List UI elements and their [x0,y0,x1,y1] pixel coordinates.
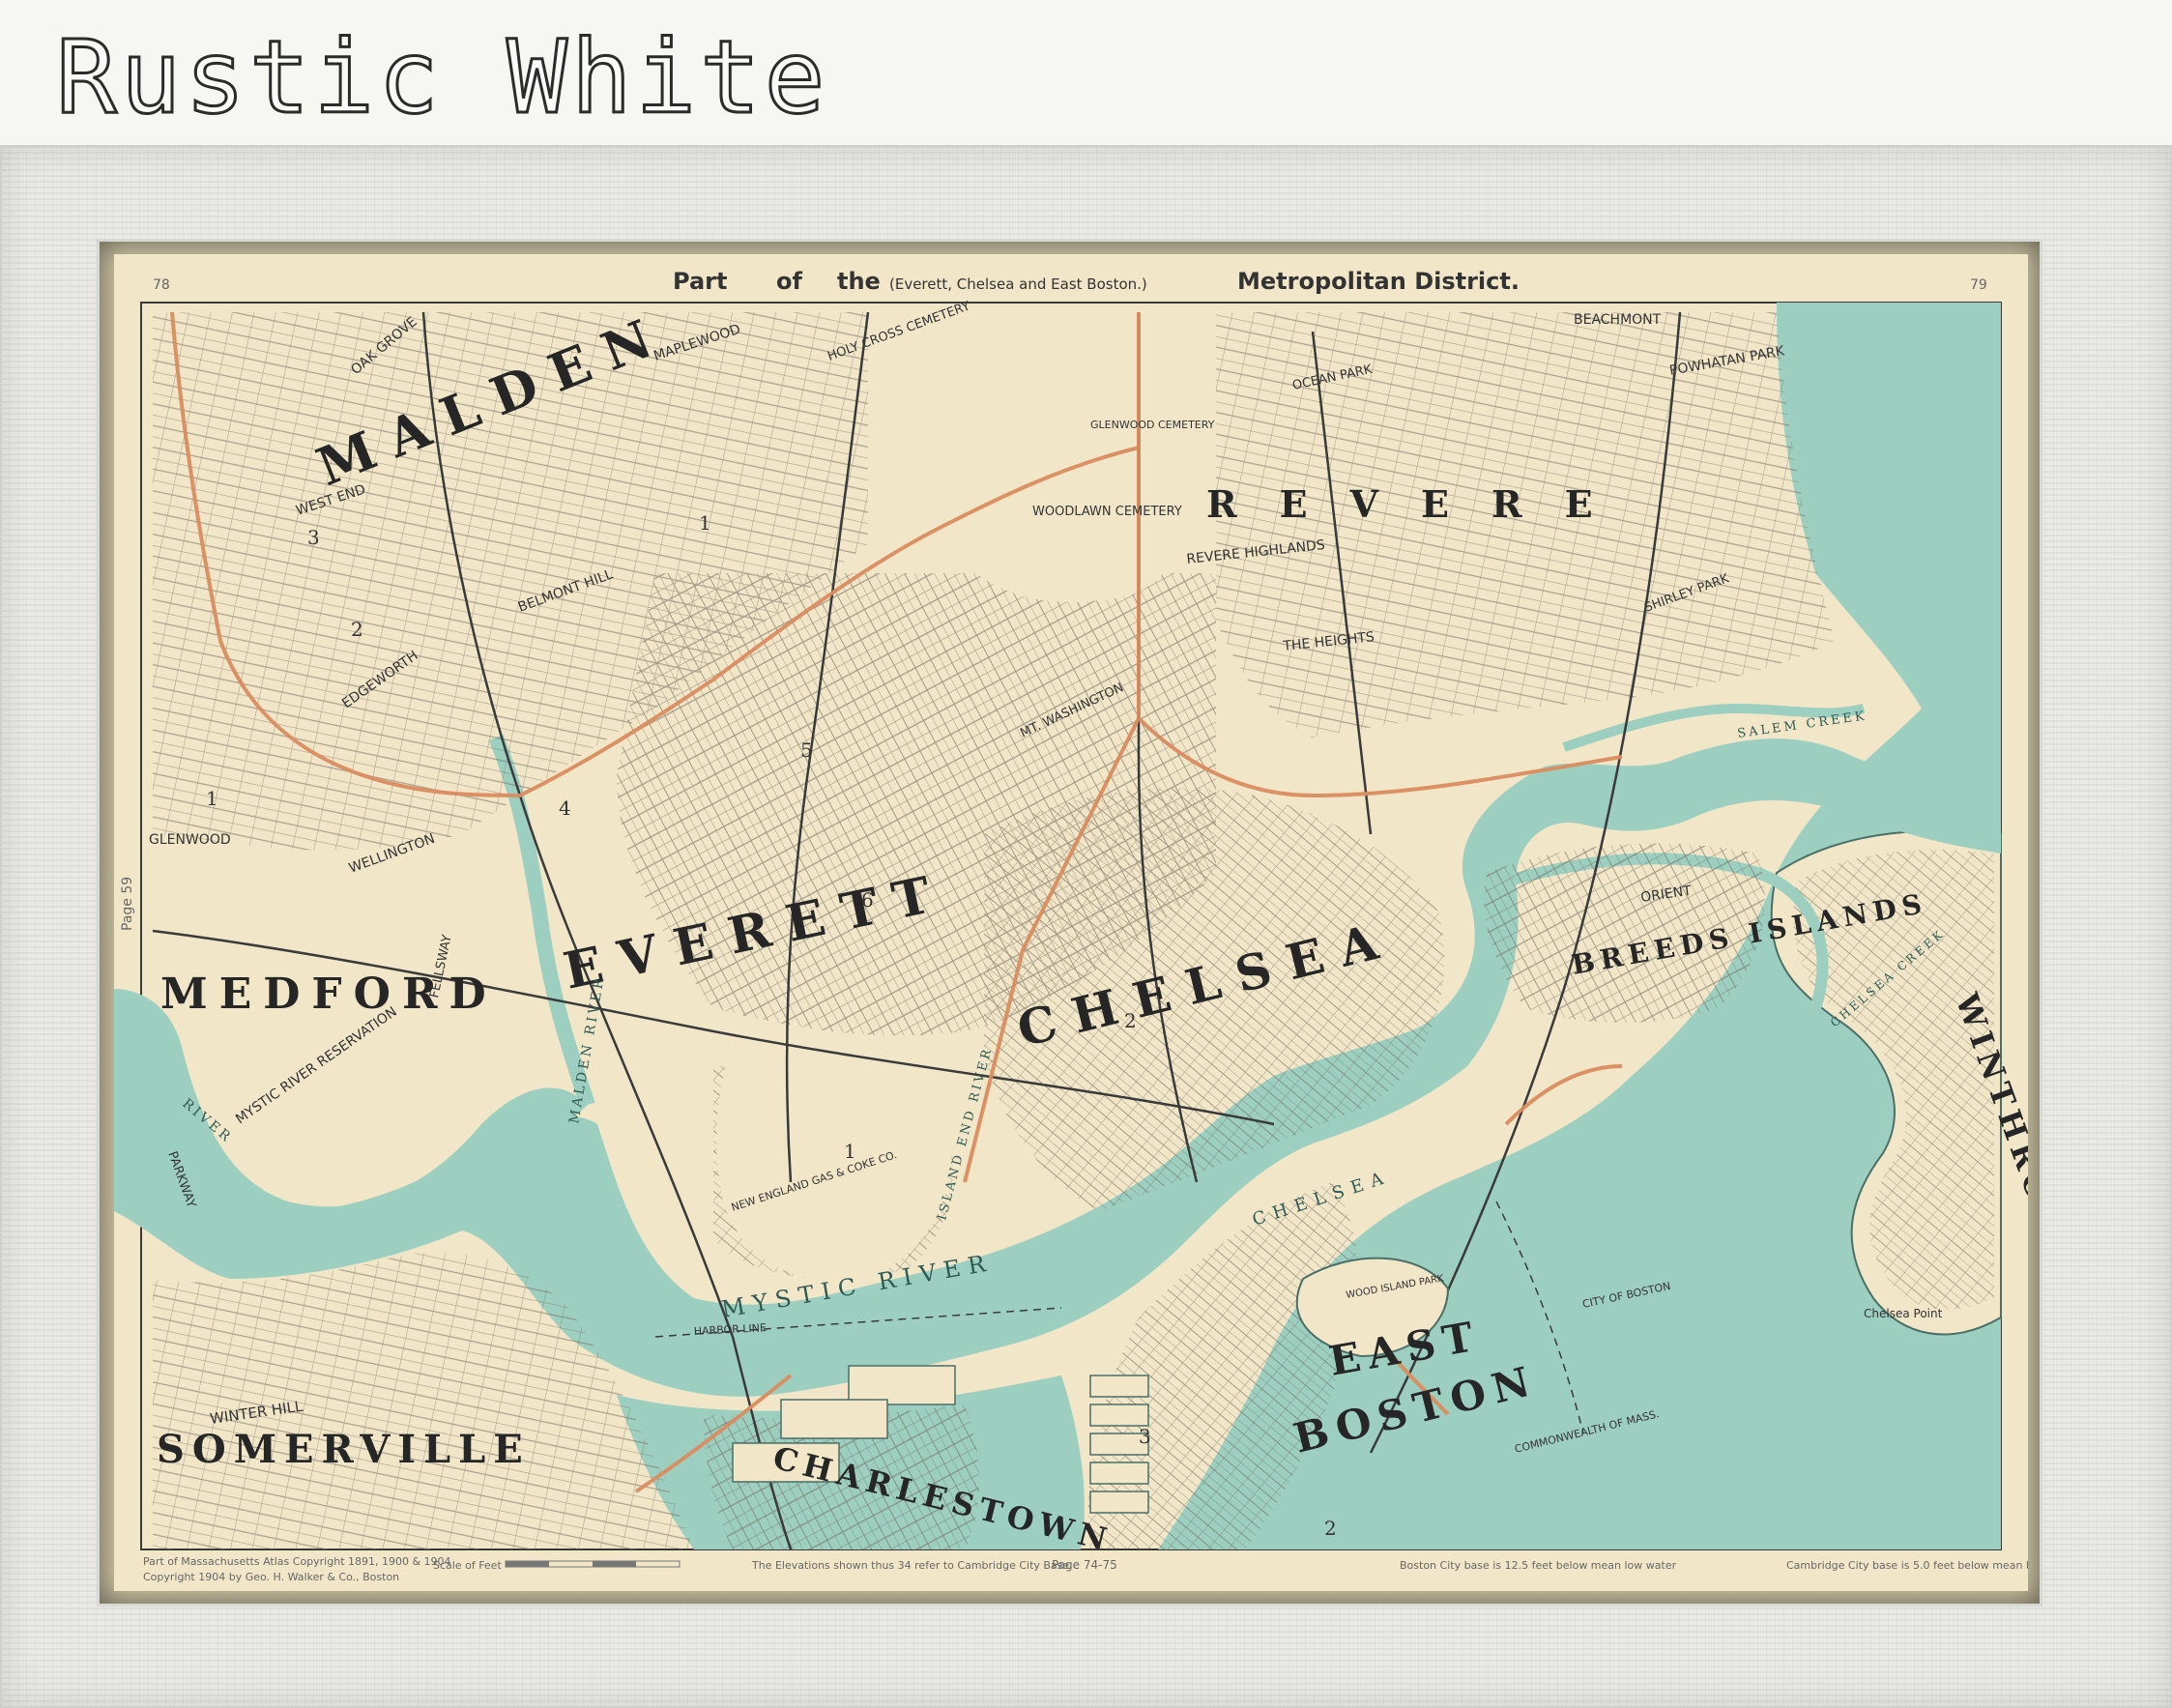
frame-style-caption: Rustic White [54,18,829,137]
label-chelsea-point: Chelsea Point [1864,1307,1943,1320]
ward-number: 2 [1324,1517,1337,1540]
ward-number: 3 [1139,1425,1151,1448]
header-district: Metropolitan District. [1237,268,1520,295]
map-sheet: 78 Part of the (Everett, Chelsea and Eas… [114,254,2028,1591]
footer-scale-label: Scale of Feet [433,1559,502,1572]
footer-cambridge-base: Cambridge City base is 5.0 feet below me… [1786,1559,2028,1572]
label-glenwood-cemetery: GLENWOOD CEMETERY [1090,419,1215,431]
header-of: of [776,268,802,295]
ward-number: 2 [1124,1009,1137,1032]
footer-copyright-1: Part of Massachusetts Atlas Copyright 18… [143,1555,451,1568]
ward-number: 1 [699,511,711,535]
town-medford: MEDFORD [160,970,498,1019]
town-somerville: SOMERVILLE [157,1427,531,1472]
footer-elevations: The Elevations shown thus 34 refer to Ca… [751,1559,1073,1572]
footer-page: Page 74-75 [1052,1558,1117,1572]
footer-boston-base: Boston City base is 12.5 feet below mean… [1400,1559,1677,1572]
antique-map: 78 Part of the (Everett, Chelsea and Eas… [114,254,2028,1591]
ward-number: 5 [800,738,813,762]
label-beachmont: BEACHMONT [1574,312,1662,328]
label-glenwood: GLENWOOD [149,832,231,848]
page-number-right: 79 [1970,277,1987,293]
footer-copyright-2: Copyright 1904 by Geo. H. Walker & Co., … [143,1571,399,1583]
header-subtitle: (Everett, Chelsea and East Boston.) [889,275,1147,293]
side-page-label: Page 59 [120,877,135,931]
ward-number: 1 [206,787,218,810]
label-woodlawn: WOODLAWN CEMETERY [1032,505,1182,519]
header-the: the [837,268,881,295]
ward-number: 3 [307,526,320,549]
header-part: Part [673,268,727,295]
ward-number: 4 [559,796,571,820]
page-number-left: 78 [153,277,170,293]
town-revere: REVERE [1206,482,1636,526]
ward-number: 2 [351,618,363,641]
ward-number: 6 [861,888,874,912]
ward-number: 1 [844,1140,856,1163]
